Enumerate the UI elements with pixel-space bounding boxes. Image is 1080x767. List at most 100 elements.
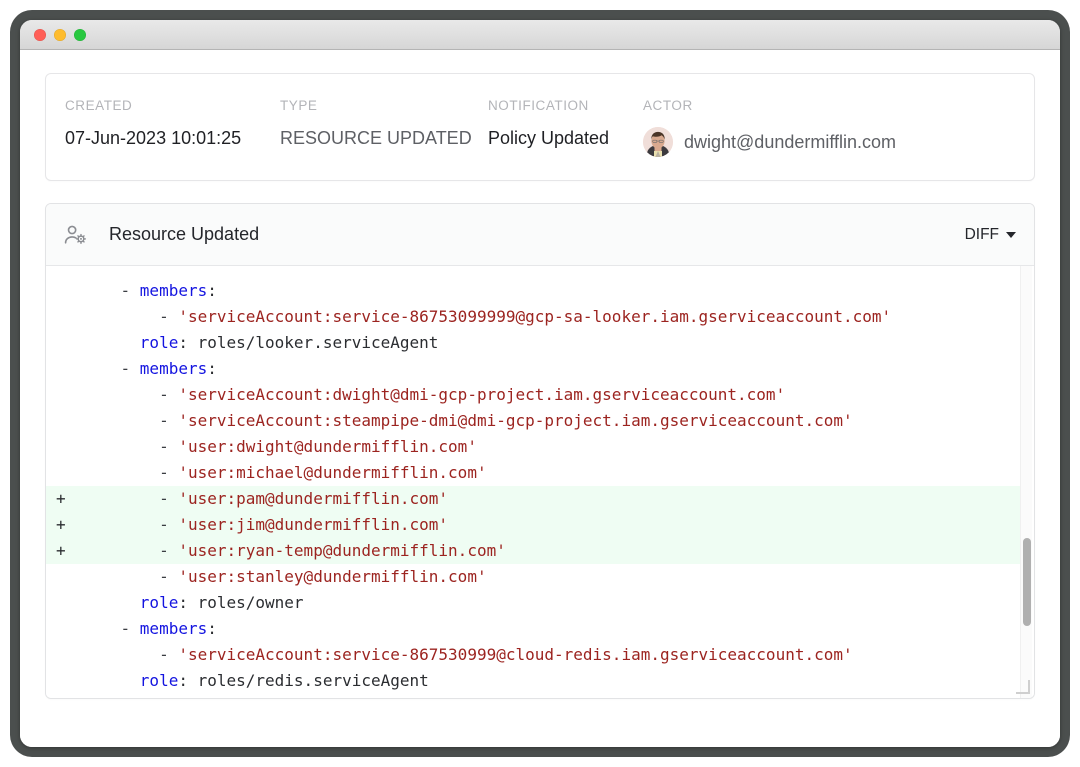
app-window: CREATED 07-Jun-2023 10:01:25 TYPE RESOUR…	[20, 20, 1060, 747]
token-dash: -	[159, 385, 179, 404]
token-str: 'user:dwight@dundermifflin.com'	[178, 437, 477, 456]
diff-line-text: - 'serviceAccount:service-867530999@clou…	[82, 645, 853, 664]
diff-line-marker	[46, 590, 82, 616]
diff-line-context: - members:	[46, 356, 1020, 382]
diff-dropdown-label: DIFF	[964, 225, 999, 243]
diff-line-marker	[46, 330, 82, 356]
token-dash: -	[159, 541, 179, 560]
diff-code-area[interactable]: - members: - 'serviceAccount:service-867…	[46, 266, 1034, 698]
diff-line-text: - 'user:jim@dundermifflin.com'	[82, 515, 448, 534]
type-label: TYPE	[280, 98, 318, 113]
diff-line-marker: +	[56, 541, 66, 560]
diff-line-text: - 'serviceAccount:dwight@dmi-gcp-project…	[82, 385, 785, 404]
diff-panel-header: Resource Updated DIFF	[46, 204, 1034, 266]
token-dash: -	[159, 437, 179, 456]
token-key: role	[139, 333, 179, 352]
diff-line-text: - members:	[82, 359, 217, 378]
token-str: 'user:michael@dundermifflin.com'	[178, 463, 487, 482]
token-dash: -	[159, 567, 179, 586]
token-str: 'user:ryan-temp@dundermifflin.com'	[178, 541, 506, 560]
diff-line-text: - members:	[82, 697, 217, 698]
diff-line-text: - 'user:ryan-temp@dundermifflin.com'	[82, 541, 506, 560]
notification-value: Policy Updated	[488, 128, 610, 148]
token-key: members	[139, 281, 208, 300]
token-punct: :	[207, 619, 217, 638]
diff-line-marker	[46, 304, 82, 330]
token-key: role	[139, 671, 179, 690]
token-plain: roles/looker.serviceAgent	[197, 333, 439, 352]
chevron-down-icon	[1006, 231, 1016, 238]
diff-line-context: - members:	[46, 278, 1020, 304]
token-key: members	[139, 359, 208, 378]
token-str: 'serviceAccount:dwight@dmi-gcp-project.i…	[178, 385, 786, 404]
field-created: CREATED 07-Jun-2023 10:01:25	[65, 98, 280, 149]
actor-label: ACTOR	[643, 98, 693, 113]
diff-scrollbar-thumb[interactable]	[1023, 538, 1031, 626]
minimize-window-button[interactable]	[54, 28, 66, 41]
diff-line-text: - 'serviceAccount:steampipe-dmi@dmi-gcp-…	[82, 411, 853, 430]
diff-line-marker: +	[56, 515, 66, 534]
token-punct: :	[207, 359, 217, 378]
token-str: 'user:pam@dundermifflin.com'	[178, 489, 449, 508]
diff-panel-title: Resource Updated	[109, 224, 260, 244]
token-punct: :	[207, 281, 217, 300]
diff-line-text: - 'user:pam@dundermifflin.com'	[82, 489, 448, 508]
diff-line-text: role: roles/looker.serviceAgent	[82, 333, 439, 352]
diff-line-context: - 'user:stanley@dundermifflin.com'	[46, 564, 1020, 590]
token-key: role	[139, 593, 179, 612]
diff-code-scroll: - members: - 'serviceAccount:service-867…	[46, 266, 1020, 698]
token-key: members	[140, 697, 207, 698]
token-dash: -	[121, 697, 140, 698]
diff-line-text: role: roles/redis.serviceAgent	[82, 671, 429, 690]
close-window-button[interactable]	[34, 28, 46, 41]
diff-line-marker	[46, 382, 82, 408]
diff-line-context: role: roles/redis.serviceAgent	[46, 668, 1020, 694]
diff-line-marker	[46, 642, 82, 668]
diff-line-marker	[46, 564, 82, 590]
token-dash: -	[159, 489, 179, 508]
diff-line-context: role: roles/owner	[46, 590, 1020, 616]
diff-line-marker	[46, 356, 82, 382]
token-str: 'user:stanley@dundermifflin.com'	[178, 567, 487, 586]
diff-line-text: role: roles/owner	[82, 593, 304, 612]
token-dash: -	[159, 411, 179, 430]
diff-line-added: + - 'user:jim@dundermifflin.com'	[46, 512, 1020, 538]
diff-scrollbar[interactable]	[1020, 266, 1032, 698]
avatar	[643, 127, 673, 157]
zoom-window-button[interactable]	[74, 28, 86, 41]
diff-code-body: - members: - 'serviceAccount:service-867…	[46, 266, 1020, 698]
diff-line-context: - 'user:michael@dundermifflin.com'	[46, 460, 1020, 486]
diff-line-text: - 'serviceAccount:service-86753099999@gc…	[82, 307, 891, 326]
window-titlebar	[20, 20, 1060, 50]
browser-frame: CREATED 07-Jun-2023 10:01:25 TYPE RESOUR…	[10, 10, 1070, 757]
diff-view-dropdown[interactable]: DIFF	[965, 226, 1016, 244]
token-dash: -	[159, 463, 179, 482]
diff-line-context: - 'serviceAccount:service-86753099999@gc…	[46, 304, 1020, 330]
diff-line-text: - members:	[82, 619, 217, 638]
page-content: CREATED 07-Jun-2023 10:01:25 TYPE RESOUR…	[20, 50, 1060, 747]
token-dash: -	[120, 281, 140, 300]
token-dash: -	[120, 359, 140, 378]
token-punct: :	[178, 333, 198, 352]
created-label: CREATED	[65, 98, 133, 113]
diff-line-marker: +	[56, 489, 66, 508]
event-summary-card: CREATED 07-Jun-2023 10:01:25 TYPE RESOUR…	[45, 73, 1035, 181]
token-dash: -	[120, 619, 140, 638]
diff-line-marker	[46, 668, 82, 694]
diff-line-context: - 'serviceAccount:dwight@dmi-gcp-project…	[46, 382, 1020, 408]
token-dash: -	[159, 515, 179, 534]
manage-accounts-icon	[63, 222, 89, 248]
diff-line-text: - 'user:stanley@dundermifflin.com'	[82, 567, 487, 586]
diff-line-context: - members:	[46, 616, 1020, 642]
token-str: 'user:jim@dundermifflin.com'	[178, 515, 449, 534]
resource-diff-panel: Resource Updated DIFF - members: - 'serv…	[45, 203, 1035, 699]
diff-line-context: - 'serviceAccount:steampipe-dmi@dmi-gcp-…	[46, 408, 1020, 434]
diff-line-added: + - 'user:pam@dundermifflin.com'	[46, 486, 1020, 512]
diff-line-context: - members:	[46, 694, 1020, 698]
diff-line-marker	[46, 434, 82, 460]
notification-label: NOTIFICATION	[488, 98, 589, 113]
created-value: 07-Jun-2023 10:01:25	[65, 128, 242, 148]
token-punct: :	[207, 697, 217, 698]
diff-line-context: - 'user:dwight@dundermifflin.com'	[46, 434, 1020, 460]
token-str: 'serviceAccount:service-867530999@cloud-…	[178, 645, 853, 664]
